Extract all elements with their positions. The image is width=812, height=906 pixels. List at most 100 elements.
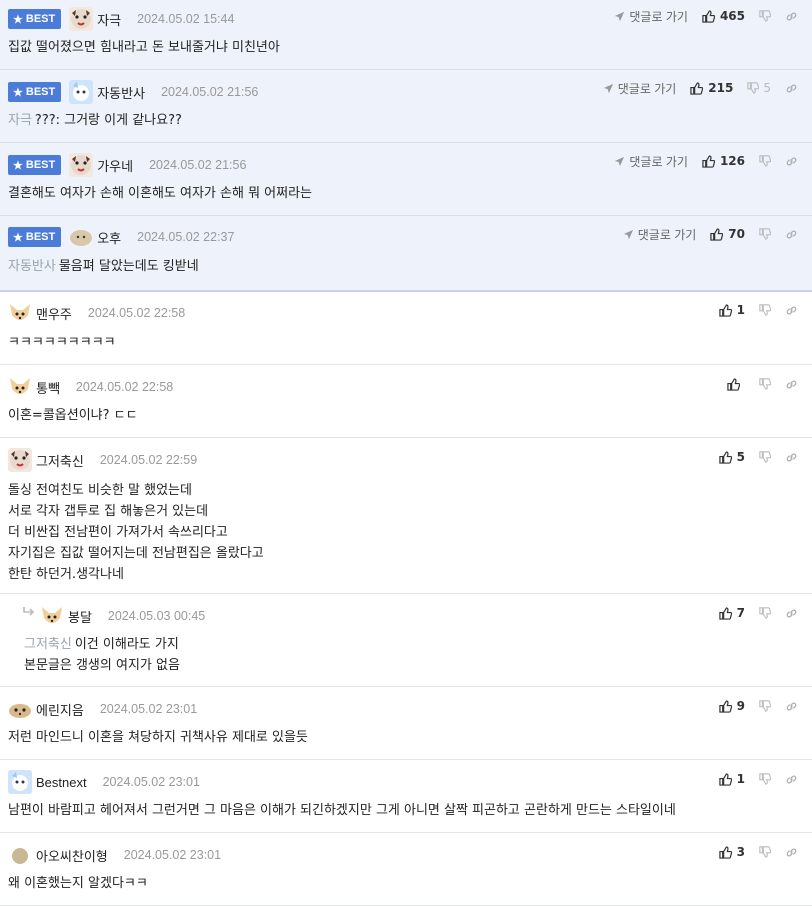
dislike-button[interactable] xyxy=(759,607,771,619)
chain-link-icon xyxy=(786,775,797,783)
nickname[interactable]: 오후 xyxy=(97,228,121,247)
comment-body: 집값 떨어졌으면 힘내라고 돈 보내줄거냐 미친년아 xyxy=(8,40,280,55)
nickname[interactable]: 아오씨찬이형 xyxy=(36,846,108,865)
chain-link-icon xyxy=(786,848,797,856)
like-button[interactable]: 1 xyxy=(718,772,745,786)
copy-link-button[interactable] xyxy=(785,378,798,391)
thumbs-down-icon xyxy=(759,228,771,240)
comment-body: 돌싱 전여친도 비슷한 말 했었는데 서로 각자 갭투로 집 해놓은거 있는데 … xyxy=(8,483,264,582)
thumbs-down-icon xyxy=(747,82,760,94)
go-to-reply-link[interactable]: 댓글로 가기 xyxy=(614,153,688,170)
mention[interactable]: 자극 xyxy=(8,113,32,128)
nickname[interactable]: 그저축신 xyxy=(36,451,84,470)
like-button[interactable] xyxy=(727,377,745,391)
avatar[interactable] xyxy=(69,153,94,177)
thumbs-up-icon xyxy=(718,845,732,859)
chain-link-icon xyxy=(786,12,797,20)
nickname[interactable]: Bestnext xyxy=(36,775,87,790)
mention[interactable]: 자동반사 xyxy=(8,259,56,274)
go-to-reply-link[interactable]: 댓글로 가기 xyxy=(603,80,676,97)
chain-link-icon xyxy=(786,84,797,92)
dislike-button[interactable] xyxy=(759,378,771,390)
thumbs-up-icon xyxy=(690,81,704,95)
star-icon: ★ xyxy=(13,86,23,99)
nickname[interactable]: 자동반사 xyxy=(97,83,145,102)
like-button[interactable]: 9 xyxy=(718,699,745,713)
copy-link-button[interactable] xyxy=(785,228,798,241)
like-button[interactable]: 465 xyxy=(702,9,745,23)
dislike-button[interactable] xyxy=(759,846,771,858)
thumbs-down-icon xyxy=(759,10,771,22)
best-badge: ★ BEST xyxy=(8,9,62,29)
dislike-button[interactable] xyxy=(759,155,771,167)
best-badge: ★ BEST xyxy=(8,155,62,175)
copy-link-button[interactable] xyxy=(785,700,798,713)
chain-link-icon xyxy=(786,609,797,617)
like-button[interactable]: 215 xyxy=(690,81,733,95)
comment-body: 결혼해도 여자가 손해 이혼해도 여자가 손해 뭐 어쩌라는 xyxy=(8,186,313,201)
thumbs-up-icon xyxy=(718,303,732,317)
avatar[interactable] xyxy=(8,843,32,867)
dislike-button[interactable] xyxy=(759,451,771,463)
avatar[interactable] xyxy=(8,301,32,325)
avatar[interactable] xyxy=(69,7,94,31)
avatar[interactable] xyxy=(69,80,94,104)
comment-body: 저런 마인드니 이혼을 쳐당하지 귀책사유 제대로 있을듯 xyxy=(8,730,308,745)
thumbs-down-icon xyxy=(759,451,771,463)
avatar[interactable] xyxy=(8,770,32,794)
dislike-button[interactable] xyxy=(759,700,771,712)
comment: 에린지음 2024.05.02 23:01 9 저런 마인드니 이혼을 쳐당하지… xyxy=(0,687,812,760)
comment-body: ㅋㅋㅋㅋㅋㅋㅋㅋㅋ xyxy=(8,335,116,350)
timestamp: 2024.05.02 23:01 xyxy=(99,702,198,716)
mention[interactable]: 그저축신 xyxy=(24,637,72,652)
copy-link-button[interactable] xyxy=(785,10,798,23)
like-button[interactable]: 1 xyxy=(718,303,745,317)
chain-link-icon xyxy=(786,702,797,710)
nickname[interactable]: 자극 xyxy=(97,10,121,29)
like-button[interactable]: 70 xyxy=(710,227,745,241)
timestamp: 2024.05.03 00:45 xyxy=(107,609,206,623)
avatar[interactable] xyxy=(40,604,64,628)
copy-link-button[interactable] xyxy=(785,846,798,859)
like-button[interactable]: 126 xyxy=(702,154,745,168)
avatar[interactable] xyxy=(69,225,93,249)
comment-list: ★ BEST 자극 2024.05.02 15:44 댓글로 가기 465 집값… xyxy=(0,0,812,906)
comment-body: 자동반사 물음펴 달았는데도 킹받네 xyxy=(8,259,199,274)
avatar[interactable] xyxy=(8,375,32,399)
thumbs-down-icon xyxy=(759,378,771,390)
timestamp: 2024.05.02 22:59 xyxy=(99,453,198,467)
like-button[interactable]: 7 xyxy=(718,606,745,620)
comment: 맨우주 2024.05.02 22:58 1 ㅋㅋㅋㅋㅋㅋㅋㅋㅋ xyxy=(0,292,812,365)
copy-link-button[interactable] xyxy=(785,155,798,168)
copy-link-button[interactable] xyxy=(785,304,798,317)
copy-link-button[interactable] xyxy=(785,773,798,786)
chain-link-icon xyxy=(786,157,797,165)
go-to-reply-link[interactable]: 댓글로 가기 xyxy=(623,226,696,243)
like-button[interactable]: 5 xyxy=(718,450,745,464)
nickname[interactable]: 봉달 xyxy=(68,607,92,626)
comment-body: 왜 이혼했는지 알겠다ㅋㅋ xyxy=(8,876,148,891)
nickname[interactable]: 에린지음 xyxy=(36,700,84,719)
avatar[interactable] xyxy=(8,697,32,721)
star-icon: ★ xyxy=(13,159,23,172)
copy-link-button[interactable] xyxy=(785,82,798,95)
dislike-button[interactable] xyxy=(759,773,771,785)
dislike-button[interactable] xyxy=(759,228,771,240)
timestamp: 2024.05.02 15:44 xyxy=(137,12,235,26)
copy-link-button[interactable] xyxy=(785,451,798,464)
nickname[interactable]: 가우네 xyxy=(97,156,133,175)
nickname[interactable]: 통빽 xyxy=(36,378,60,397)
paper-plane-icon xyxy=(615,156,625,166)
copy-link-button[interactable] xyxy=(785,607,798,620)
dislike-button[interactable] xyxy=(759,304,771,316)
like-button[interactable]: 3 xyxy=(718,845,745,859)
avatar[interactable] xyxy=(8,448,32,472)
go-to-reply-link[interactable]: 댓글로 가기 xyxy=(614,8,688,25)
dislike-button[interactable] xyxy=(759,10,771,22)
comment-body: 그저축신 이건 이해라도 가지 본문글은 갱생의 여지가 없음 xyxy=(24,637,180,673)
nickname[interactable]: 맨우주 xyxy=(36,304,72,323)
comment: 그저축신 2024.05.02 22:59 5 돌싱 전여친도 비슷한 말 했었… xyxy=(0,438,812,594)
thumbs-up-icon xyxy=(718,606,732,620)
star-icon: ★ xyxy=(13,13,23,26)
dislike-button[interactable]: 5 xyxy=(747,81,771,95)
